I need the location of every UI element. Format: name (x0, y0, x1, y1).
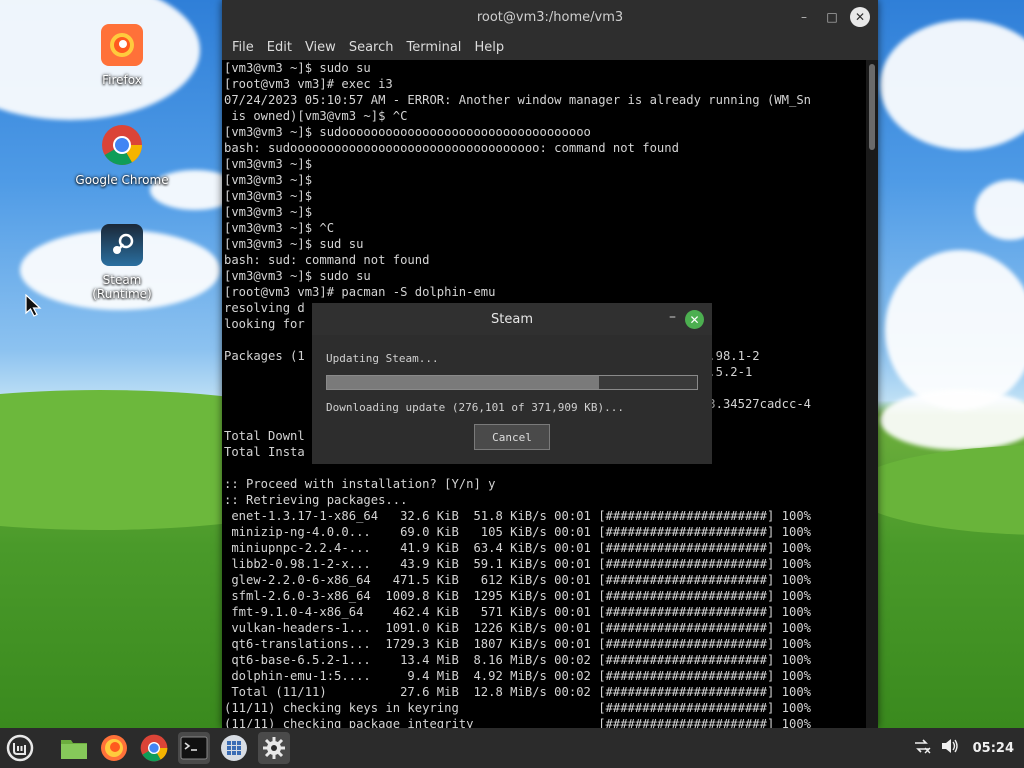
terminal-line: (11/11) checking package integrity [####… (224, 717, 811, 728)
terminal-line: minizip-ng-4.0.0... 69.0 KiB 105 KiB/s 0… (224, 525, 811, 539)
desktop-icon-steam[interactable]: Steam (Runtime) (72, 224, 172, 301)
terminal-line: :: Proceed with installation? [Y/n] y (224, 477, 496, 491)
menu-view[interactable]: View (299, 40, 342, 55)
terminal-line: 07/24/2023 05:10:57 AM - ERROR: Another … (224, 93, 811, 107)
minimize-icon[interactable]: – (794, 7, 814, 27)
steam-progress-fill (327, 376, 599, 389)
maximize-icon[interactable]: □ (822, 7, 842, 27)
terminal-line: dolphin-emu-1:5.... 9.4 MiB 4.92 MiB/s 0… (224, 669, 811, 683)
cancel-button[interactable]: Cancel (474, 424, 550, 450)
steam-dialog-title: Steam (491, 311, 533, 327)
cloud (880, 20, 1024, 150)
steam-icon (101, 224, 143, 266)
cloud (885, 250, 1024, 410)
desktop-icon-label: Firefox (102, 73, 142, 87)
menu-file[interactable]: File (226, 40, 260, 55)
steam-dialog-titlebar[interactable]: Steam – ✕ (312, 303, 712, 335)
system-tray: 05:24 (913, 728, 1014, 768)
terminal-line: [vm3@vm3 ~]$ (224, 157, 313, 171)
steam-progress-bar (326, 375, 698, 390)
steam-download-detail: Downloading update (276,101 of 371,909 K… (326, 401, 625, 414)
apps-icon[interactable] (218, 732, 250, 764)
terminal-line: qt6-base-6.5.2-1... 13.4 MiB 8.16 MiB/s … (224, 653, 811, 667)
firefox-icon (101, 24, 143, 66)
desktop-icon-firefox[interactable]: Firefox (72, 24, 172, 87)
terminal-line: libb2-0.98.1-2-x... 43.9 KiB 59.1 KiB/s … (224, 557, 811, 571)
window-title: root@vm3:/home/vm3 (476, 9, 624, 25)
menu-edit[interactable]: Edit (261, 40, 298, 55)
cloud (975, 180, 1024, 240)
terminal-line: [vm3@vm3 ~]$ sudo su (224, 269, 371, 283)
terminal-line: [root@vm3 vm3]# pacman -S dolphin-emu (224, 285, 496, 299)
terminal-line: [vm3@vm3 ~]$ sud su (224, 237, 364, 251)
terminal-line: glew-2.2.0-6-x86_64 471.5 KiB 612 KiB/s … (224, 573, 811, 587)
scrollbar-thumb[interactable] (869, 64, 875, 150)
terminal-line: bash: sudooooooooooooooooooooooooooooooo… (224, 141, 679, 155)
terminal-line: [vm3@vm3 ~]$ ^C (224, 221, 335, 235)
terminal-line: [vm3@vm3 ~]$ (224, 189, 313, 203)
terminal-menubar: File Edit View Search Terminal Help (222, 34, 878, 60)
chrome-icon (101, 124, 143, 166)
terminal-line: fmt-9.1.0-4-x86_64 462.4 KiB 571 KiB/s 0… (224, 605, 811, 619)
volume-icon[interactable] (941, 738, 959, 758)
terminal-line: [vm3@vm3 ~]$ (224, 173, 313, 187)
close-icon[interactable]: ✕ (850, 7, 870, 27)
terminal-line: vulkan-headers-1... 1091.0 KiB 1226 KiB/… (224, 621, 811, 635)
desktop-icon-chrome[interactable]: Google Chrome (72, 124, 172, 187)
chrome-icon[interactable] (138, 732, 170, 764)
terminal-line: [vm3@vm3 ~]$ sudo su (224, 61, 371, 75)
clock[interactable]: 05:24 (973, 741, 1014, 756)
firefox-icon[interactable] (98, 732, 130, 764)
steam-status-text: Updating Steam... (326, 352, 439, 365)
terminal-line: bash: sud: command not found (224, 253, 430, 267)
terminal-line: miniupnpc-2.2.4-... 41.9 KiB 63.4 KiB/s … (224, 541, 811, 555)
terminal-line: sfml-2.6.0-3-x86_64 1009.8 KiB 1295 KiB/… (224, 589, 811, 603)
terminal-line: [root@vm3 vm3]# exec i3 (224, 77, 393, 91)
network-icon[interactable] (913, 738, 931, 758)
terminal-icon[interactable] (178, 732, 210, 764)
desktop-icon-label: Google Chrome (75, 173, 169, 187)
terminal-titlebar[interactable]: root@vm3:/home/vm3 – □ ✕ (222, 0, 878, 34)
cloud (880, 390, 1024, 450)
menu-search[interactable]: Search (343, 40, 400, 55)
minimize-icon[interactable]: – (669, 309, 676, 325)
steam-update-dialog: Steam – ✕ Updating Steam... Downloading … (312, 303, 712, 464)
desktop-icon-label: Steam (Runtime) (92, 273, 152, 301)
terminal-line: :: Retrieving packages... (224, 493, 408, 507)
terminal-line: [vm3@vm3 ~]$ (224, 205, 313, 219)
terminal-line: enet-1.3.17-1-x86_64 32.6 KiB 51.8 KiB/s… (224, 509, 811, 523)
menu-help[interactable]: Help (468, 40, 510, 55)
terminal-scrollbar[interactable] (866, 60, 878, 728)
terminal-line: is owned)[vm3@vm3 ~]$ ^C (224, 109, 408, 123)
mouse-cursor-icon (25, 294, 42, 317)
terminal-line: qt6-translations... 1729.3 KiB 1807 KiB/… (224, 637, 811, 651)
terminal-line: Total (11/11) 27.6 MiB 12.8 MiB/s 00:02 … (224, 685, 811, 699)
files-icon[interactable] (58, 732, 90, 764)
mint-menu-icon[interactable] (4, 732, 36, 764)
settings-icon[interactable] (258, 732, 290, 764)
terminal-line: [vm3@vm3 ~]$ sudoooooooooooooooooooooooo… (224, 125, 591, 139)
taskbar: 05:24 (0, 728, 1024, 768)
terminal-line: (11/11) checking keys in keyring [######… (224, 701, 811, 715)
close-icon[interactable]: ✕ (685, 310, 704, 329)
menu-terminal[interactable]: Terminal (400, 40, 467, 55)
